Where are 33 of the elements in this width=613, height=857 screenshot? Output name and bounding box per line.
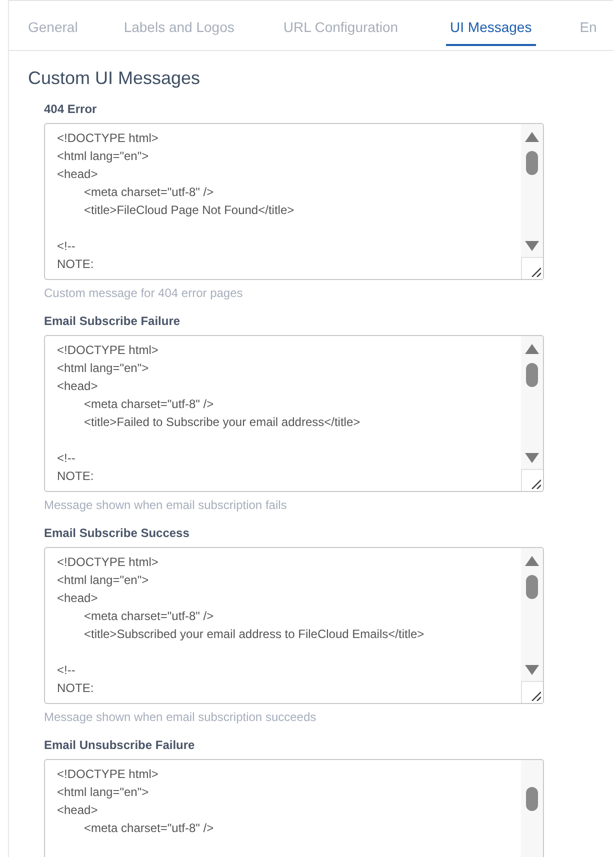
scrollbar-thumb[interactable]: [526, 151, 538, 175]
scrollbar-thumb[interactable]: [526, 787, 538, 811]
scrollbar[interactable]: [521, 124, 543, 257]
scrollbar-thumb[interactable]: [526, 363, 538, 387]
scroll-down-icon[interactable]: [525, 665, 539, 675]
help-text: Message shown when email subscription fails: [44, 498, 287, 513]
resize-handle[interactable]: [521, 469, 543, 491]
scroll-up-icon[interactable]: [525, 132, 539, 142]
scrollbar[interactable]: [521, 760, 543, 857]
resize-grip-icon: [531, 691, 541, 701]
section-title: Custom UI Messages: [28, 67, 200, 89]
field-label: 404 Error: [44, 102, 97, 117]
scroll-down-icon[interactable]: [525, 241, 539, 251]
scroll-up-icon[interactable]: [525, 556, 539, 566]
code-text-area[interactable]: <!DOCTYPE html> <html lang="en"> <head> <meta charset="utf-8" /> <title>Subscribed your email address to FileCloud Emails</title> <!-- NOTE:: [44, 547, 544, 704]
scrollbar[interactable]: [521, 548, 543, 681]
code-text-area[interactable]: <!DOCTYPE html> <html lang="en"> <head> <meta charset="utf-8" /> <title>Failed to Subscribe your email address</title> <!-- NOTE:: [44, 335, 544, 492]
scrollbar-thumb[interactable]: [526, 575, 538, 599]
help-text: Custom message for 404 error pages: [44, 286, 243, 301]
scroll-down-icon[interactable]: [525, 453, 539, 463]
code-text-area[interactable]: <!DOCTYPE html> <html lang="en"> <head> <meta charset="utf-8" /> <title>FileCloud Page Not Found</title> <!-- NOTE:: [44, 123, 544, 280]
field-label: Email Unsubscribe Failure: [44, 738, 195, 753]
resize-grip-icon: [531, 267, 541, 277]
resize-handle[interactable]: [521, 681, 543, 703]
help-text: Message shown when email subscription succeeds: [44, 710, 316, 725]
resize-grip-icon: [531, 479, 541, 489]
field-label: Email Subscribe Failure: [44, 314, 180, 329]
scrollbar[interactable]: [521, 336, 543, 469]
field-label: Email Subscribe Success: [44, 526, 190, 541]
tab[interactable]: UI Messages: [446, 11, 536, 46]
scroll-up-icon[interactable]: [525, 344, 539, 354]
resize-handle[interactable]: [521, 257, 543, 279]
code-text-area[interactable]: <!DOCTYPE html> <html lang="en"> <head> <meta charset="utf-8" />: [44, 759, 544, 857]
